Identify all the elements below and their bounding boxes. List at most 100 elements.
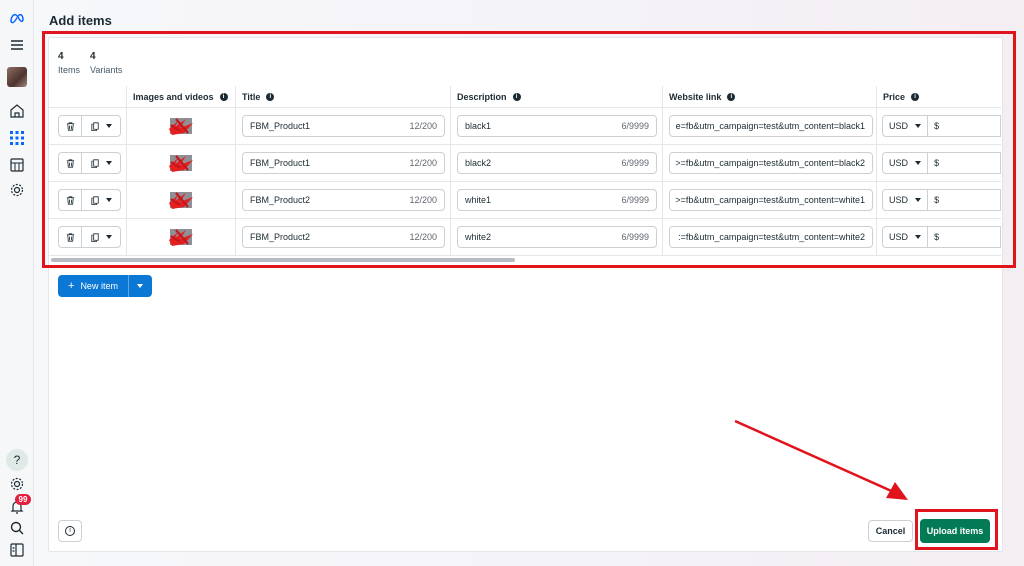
title-value: FBM_Product1 (250, 158, 311, 168)
title-input[interactable]: FBM_Product2 12/200 (242, 189, 445, 211)
website-link-value: >=fb&utm_campaign=test&utm_content=white… (675, 195, 865, 205)
website-link-input[interactable]: >=fb&utm_campaign=test&utm_content=white… (669, 189, 873, 211)
price-input[interactable]: $ (928, 152, 1001, 174)
product-thumbnail[interactable] (166, 152, 196, 174)
row-description: black2 6/9999 (451, 145, 663, 181)
row-image[interactable] (127, 182, 236, 218)
currency-value: USD (889, 121, 909, 131)
price-symbol: $ (934, 232, 940, 242)
chevron-down-icon (137, 284, 144, 288)
row-action-buttons (58, 189, 121, 211)
avatar[interactable] (7, 67, 27, 87)
info-icon[interactable]: i (727, 92, 736, 101)
description-value: black2 (465, 158, 492, 168)
website-link-input[interactable]: :=fb&utm_campaign=test&utm_content=white… (669, 226, 873, 248)
info-button[interactable]: i (58, 520, 82, 542)
settings-gear-icon[interactable] (7, 474, 27, 494)
new-item-button-group: + New item (58, 275, 152, 297)
title-input[interactable]: FBM_Product2 12/200 (242, 226, 445, 248)
home-icon[interactable] (7, 101, 27, 121)
description-char-count: 6/9999 (621, 121, 649, 131)
title-value: FBM_Product2 (250, 195, 311, 205)
delete-button[interactable] (59, 227, 82, 247)
description-value: white2 (465, 232, 492, 242)
description-input[interactable]: white1 6/9999 (457, 189, 657, 211)
chevron-down-icon (915, 161, 922, 165)
settings-icon[interactable] (7, 180, 27, 200)
currency-select[interactable]: USD (882, 226, 929, 248)
description-input[interactable]: black1 6/9999 (457, 115, 657, 137)
item-counts: 4 Items 4 Variants (58, 51, 122, 75)
help-icon[interactable]: ? (6, 449, 28, 471)
table-row: FBM_Product1 12/200 black1 6/9999 e=fb&u… (49, 108, 1001, 145)
currency-select[interactable]: USD (882, 152, 929, 174)
info-icon[interactable]: i (911, 92, 920, 101)
header-title: Title i (236, 86, 451, 107)
price-input[interactable]: $ (928, 189, 1001, 211)
row-description: white2 6/9999 (451, 219, 663, 255)
delete-button[interactable] (59, 190, 82, 210)
search-icon[interactable] (7, 518, 27, 538)
price-symbol: $ (934, 195, 940, 205)
price-input[interactable]: $ (928, 226, 1001, 248)
header-images: Images and videos i (127, 86, 236, 107)
new-item-dropdown-button[interactable] (127, 275, 152, 297)
currency-value: USD (889, 232, 909, 242)
grid-icon[interactable] (7, 128, 27, 148)
duplicate-button[interactable] (82, 116, 120, 136)
row-image[interactable] (127, 145, 236, 181)
meta-logo-icon[interactable] (7, 8, 27, 28)
website-link-value: :=fb&utm_campaign=test&utm_content=white… (678, 232, 865, 242)
website-link-input[interactable]: >=fb&utm_campaign=test&utm_content=black… (669, 152, 873, 174)
chevron-down-icon (915, 124, 922, 128)
upload-items-button[interactable]: Upload items (920, 519, 990, 543)
menu-icon[interactable] (7, 35, 27, 55)
trash-icon (66, 195, 74, 205)
product-thumbnail[interactable] (166, 226, 196, 248)
row-website-link: >=fb&utm_campaign=test&utm_content=white… (663, 182, 877, 218)
currency-select[interactable]: USD (882, 189, 929, 211)
chevron-down-icon (915, 235, 922, 239)
product-thumbnail[interactable] (166, 189, 196, 211)
table-row: FBM_Product2 12/200 white1 6/9999 >=fb&u… (49, 182, 1001, 219)
row-website-link: e=fb&utm_campaign=test&utm_content=black… (663, 108, 877, 144)
variants-count: 4 Variants (90, 51, 122, 75)
chevron-down-icon (106, 235, 112, 239)
row-image[interactable] (127, 108, 236, 144)
row-title: FBM_Product2 12/200 (236, 182, 451, 218)
header-price-label: Price (883, 91, 906, 102)
row-image[interactable] (127, 219, 236, 255)
row-website-link: :=fb&utm_campaign=test&utm_content=white… (663, 219, 877, 255)
product-thumbnail[interactable] (166, 115, 196, 137)
table-header: Images and videos i Title i Description i W… (49, 86, 1001, 108)
new-item-button[interactable]: + New item (58, 275, 128, 297)
currency-select[interactable]: USD (882, 115, 929, 137)
panel-toggle-icon[interactable] (7, 540, 27, 560)
website-link-input[interactable]: e=fb&utm_campaign=test&utm_content=black… (669, 115, 873, 137)
delete-button[interactable] (59, 153, 82, 173)
delete-button[interactable] (59, 116, 82, 136)
info-icon[interactable]: i (266, 92, 275, 101)
title-input[interactable]: FBM_Product1 12/200 (242, 152, 445, 174)
cancel-button[interactable]: Cancel (868, 520, 913, 542)
duplicate-button[interactable] (82, 153, 120, 173)
info-icon[interactable]: i (219, 92, 228, 101)
duplicate-button[interactable] (82, 227, 120, 247)
row-actions (49, 145, 127, 181)
description-input[interactable]: white2 6/9999 (457, 226, 657, 248)
duplicate-button[interactable] (82, 190, 120, 210)
chevron-down-icon (106, 161, 112, 165)
description-char-count: 6/9999 (621, 232, 649, 242)
info-icon[interactable]: i (512, 92, 521, 101)
horizontal-scrollbar[interactable] (51, 258, 515, 262)
title-input[interactable]: FBM_Product1 12/200 (242, 115, 445, 137)
currency-value: USD (889, 195, 909, 205)
description-input[interactable]: black2 6/9999 (457, 152, 657, 174)
catalog-icon[interactable] (7, 155, 27, 175)
left-rail: ? 99 (0, 0, 34, 566)
trash-icon (66, 158, 74, 168)
price-input[interactable]: $ (928, 115, 1001, 137)
row-action-buttons (58, 152, 121, 174)
chevron-down-icon (106, 198, 112, 202)
description-value: white1 (465, 195, 492, 205)
